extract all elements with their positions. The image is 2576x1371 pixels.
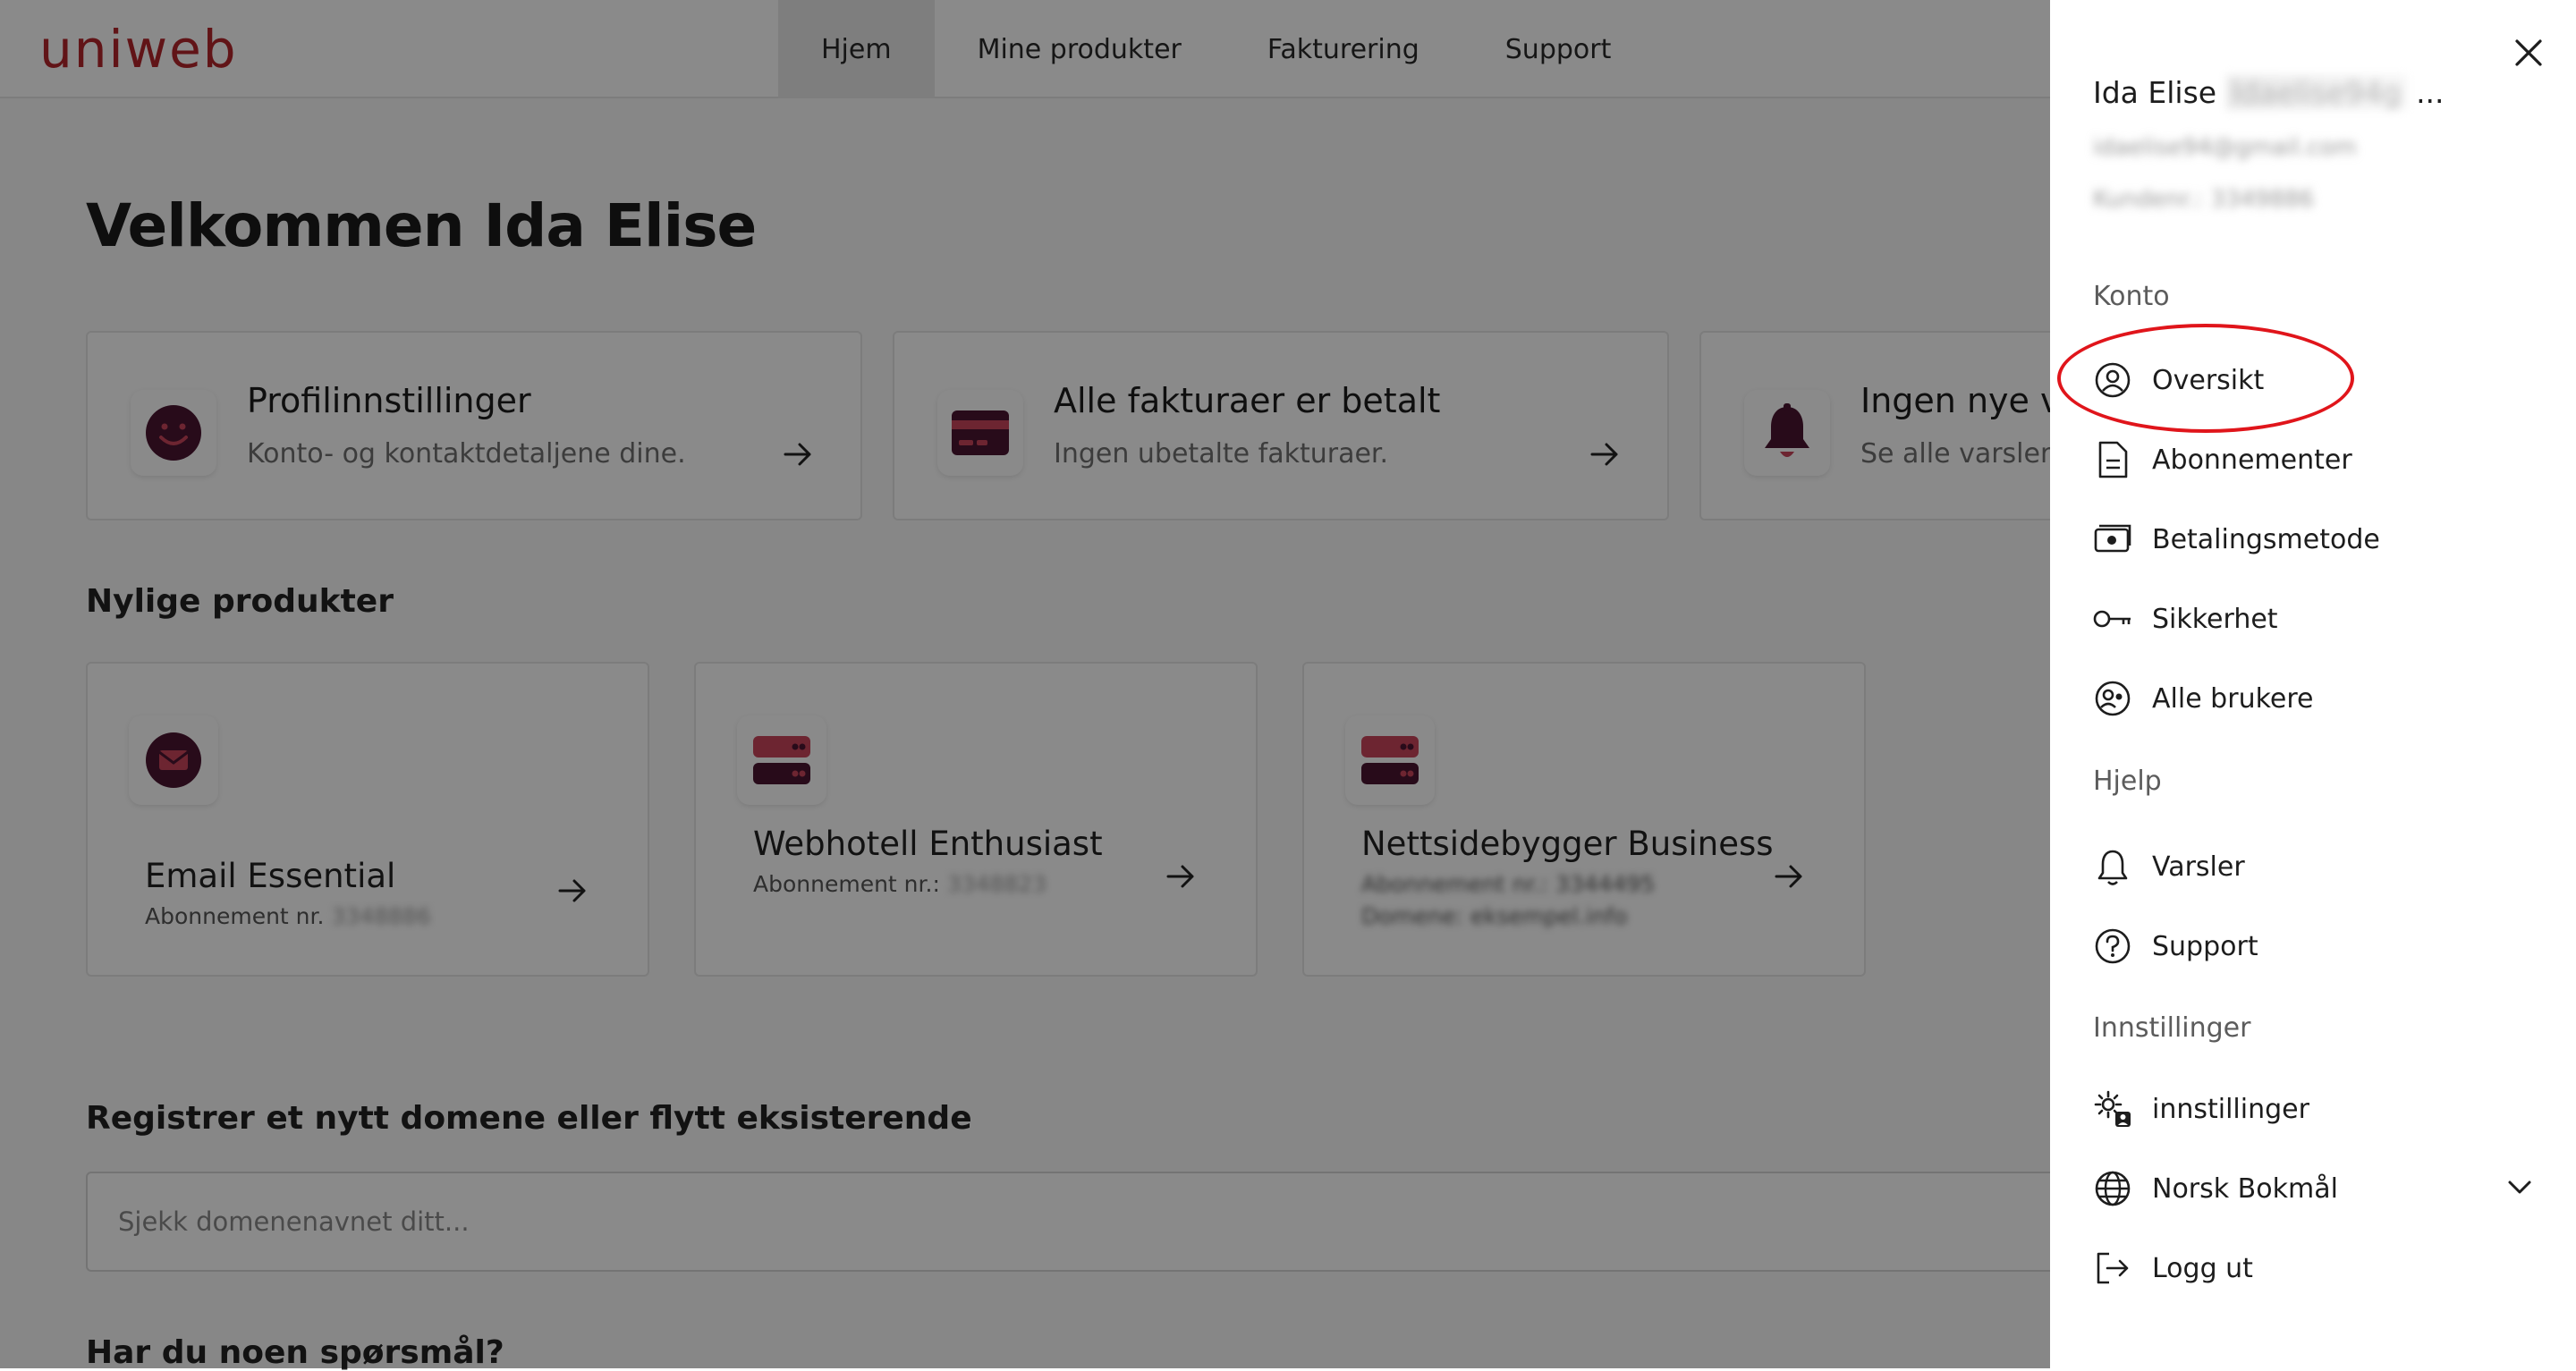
money-icon [2093,520,2132,559]
menu-item-label: Norsk Bokmål [2152,1172,2338,1205]
menu-item-all-users[interactable]: Alle brukere [2093,676,2313,721]
document-icon [2093,440,2132,479]
menu-item-subscriptions[interactable]: Abonnementer [2093,437,2352,482]
group-account-heading: Konto [2093,281,2170,312]
user-name-ellipsis: ... [2416,75,2445,110]
menu-item-label: Support [2152,930,2258,962]
group-help-heading: Hjelp [2093,766,2162,797]
user-first-name: Ida Elise [2093,75,2217,110]
group-settings-heading: Innstillinger [2093,1012,2251,1044]
menu-item-label: Alle brukere [2152,682,2314,715]
menu-item-label: Sikkerhet [2152,603,2278,635]
key-icon [2093,599,2132,639]
menu-item-label: Betalingsmetode [2152,523,2380,555]
globe-icon [2093,1169,2132,1208]
menu-item-language[interactable]: Norsk Bokmål [2093,1166,2338,1211]
user-email: idaelise94@gmail.com [2093,134,2357,161]
menu-item-label: innstillinger [2152,1093,2309,1125]
customer-number: Kundenr.: 3349886 [2093,186,2315,213]
question-icon [2093,927,2132,966]
menu-item-payment-method[interactable]: Betalingsmetode [2093,517,2380,562]
menu-item-label: Logg ut [2152,1252,2253,1284]
close-icon[interactable] [2512,36,2546,70]
menu-item-notifications[interactable]: Varsler [2093,844,2245,889]
menu-item-label: Varsler [2152,851,2245,883]
chevron-down-icon[interactable] [2504,1172,2535,1202]
user-last-name: Idaelise94g [2225,75,2407,110]
users-icon [2093,679,2132,718]
menu-item-support[interactable]: Support [2093,924,2258,969]
menu-item-settings[interactable]: innstillinger [2093,1087,2309,1131]
highlight-annotation [2057,324,2354,433]
settings-user-icon [2093,1089,2132,1129]
menu-item-logout[interactable]: Logg ut [2093,1246,2253,1291]
user-name: Ida Elise Idaelise94g ... [2093,75,2445,110]
logout-icon [2093,1248,2132,1288]
bell-icon [2093,847,2132,886]
menu-item-label: Abonnementer [2152,444,2352,476]
menu-item-security[interactable]: Sikkerhet [2093,597,2278,641]
